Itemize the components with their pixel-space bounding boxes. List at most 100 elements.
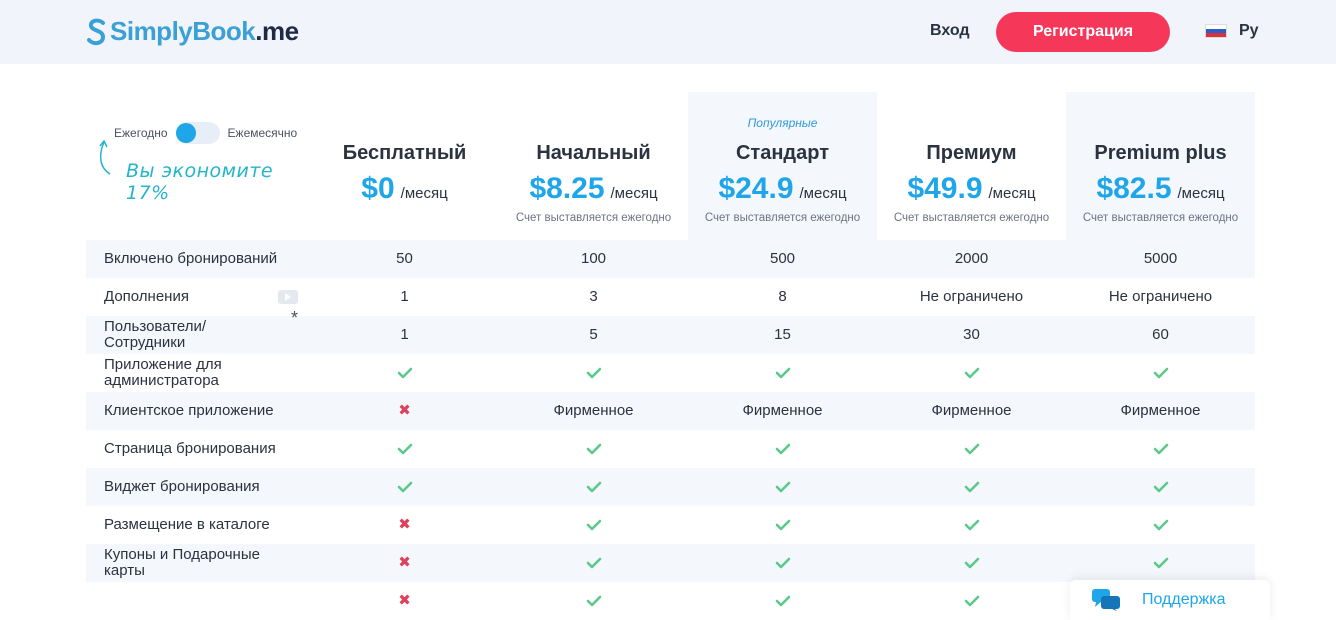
footnote-marker: * xyxy=(290,308,298,328)
logo-text-domain: .me xyxy=(255,16,299,46)
feature-value: Не ограничено xyxy=(1108,288,1213,305)
feature-label: Включено бронирований xyxy=(86,240,310,278)
plan-header: Премиум $49.9/месяц Счет выставляется еж… xyxy=(877,92,1066,240)
plan-price: $0 xyxy=(361,172,395,205)
feature-label: Страница бронирования xyxy=(86,430,310,468)
feature-label: Приложение для администратора xyxy=(86,354,310,392)
check-icon xyxy=(877,354,1066,392)
check-icon xyxy=(499,354,688,392)
feature-value: 100 xyxy=(499,240,688,278)
plan-name: Премиум xyxy=(926,142,1017,164)
feature-value: Фирменное xyxy=(499,392,688,430)
check-icon xyxy=(499,430,688,468)
video-icon[interactable] xyxy=(278,290,298,304)
plan-billing-note: Счет выставляется ежегодно xyxy=(893,212,1050,224)
table-row: Страница бронирования xyxy=(86,430,1256,468)
check-icon xyxy=(688,430,877,468)
curved-arrow-icon xyxy=(99,139,111,175)
feature-value: 50 xyxy=(310,240,499,278)
feature-value: 5000 xyxy=(1066,240,1255,278)
check-icon xyxy=(499,544,688,582)
check-icon xyxy=(1066,430,1255,468)
plan-price-unit: /месяц xyxy=(988,185,1036,202)
table-row: Приложение для администратора xyxy=(86,354,1256,392)
billing-period: Ежегодно Ежемесячно Вы экономите 17% xyxy=(86,92,310,232)
feature-label-text: Виджет бронирования xyxy=(104,478,260,495)
feature-value: 8 xyxy=(778,288,787,305)
check-icon xyxy=(499,506,688,544)
plan-name: Начальный xyxy=(536,142,651,164)
logo-s-icon xyxy=(87,18,106,45)
plan-header: Популярные Стандарт $24.9/месяц Счет выс… xyxy=(688,92,877,240)
feature-label: Пользователи/ Сотрудники * xyxy=(86,309,310,354)
check-icon xyxy=(1066,506,1255,544)
signup-button[interactable]: Регистрация xyxy=(996,12,1170,52)
feature-value: 1 xyxy=(400,288,409,305)
table-row: Пользователи/ Сотрудники * 1 5 15 30 60 xyxy=(86,309,1256,354)
table-row: Дополнения 1 3 8 Не ограничено Не ограничено xyxy=(86,278,1256,316)
feature-value: Не ограничено xyxy=(919,288,1024,305)
feature-value: 60 xyxy=(1066,316,1255,354)
table-row: Клиентское приложение ✖ Фирменное Фирменное… xyxy=(86,392,1256,430)
check-icon xyxy=(499,468,688,506)
features-table: Включено бронирований 50 100 500 2000 5000 Доп… xyxy=(86,240,1256,620)
header: SimplyBook.me Вход Регистрация Ру xyxy=(0,0,1336,64)
plan-header: Бесплатный $0/месяц xyxy=(310,92,499,240)
feature-label-text: Купоны и Подарочные карты xyxy=(104,546,260,579)
plan-billing-note: Счет выставляется ежегодно xyxy=(1082,212,1239,224)
feature-value: 500 xyxy=(688,240,877,278)
feature-label-text: Приложение для администратора xyxy=(104,356,222,389)
plan-price-unit: /месяц xyxy=(1177,185,1225,202)
feature-label xyxy=(86,582,310,620)
feature-label: Виджет бронирования xyxy=(86,468,310,506)
check-icon xyxy=(310,430,499,468)
check-icon xyxy=(310,354,499,392)
feature-value: Фирменное xyxy=(688,392,877,430)
login-link[interactable]: Вход xyxy=(930,22,970,40)
cross-icon: ✖ xyxy=(310,544,499,582)
feature-value: 1 xyxy=(310,316,499,354)
plan-name: Стандарт xyxy=(735,142,829,164)
plan-billing-note: Счет выставляется ежегодно xyxy=(704,212,861,224)
feature-value: Фирменное xyxy=(877,392,1066,430)
check-icon xyxy=(1066,544,1255,582)
billing-toggle[interactable] xyxy=(175,122,220,144)
plan-price: $24.9 xyxy=(718,172,794,205)
plan-header: Premium plus $82.5/месяц Счет выставляет… xyxy=(1066,92,1255,240)
check-icon xyxy=(499,582,688,620)
feature-label: Купоны и Подарочные карты xyxy=(86,544,310,582)
logo[interactable]: SimplyBook.me xyxy=(86,16,299,47)
toggle-knob xyxy=(175,123,196,143)
russia-flag-icon xyxy=(1205,24,1227,38)
feature-label-text: Пользователи/ Сотрудники xyxy=(104,318,207,351)
check-icon xyxy=(877,582,1066,620)
plan-price: $82.5 xyxy=(1096,172,1172,205)
feature-label-text: Размещение в каталоге xyxy=(104,516,270,533)
plan-price: $49.9 xyxy=(907,172,983,205)
plan-name: Бесплатный xyxy=(342,142,467,164)
plan-header: Начальный $8.25/месяц Счет выставляется … xyxy=(499,92,688,240)
check-icon xyxy=(688,544,877,582)
check-icon xyxy=(688,582,877,620)
check-icon xyxy=(877,430,1066,468)
billing-yearly-label[interactable]: Ежегодно xyxy=(114,126,168,140)
feature-label-text: Дополнения xyxy=(104,288,189,305)
feature-value: 2000 xyxy=(877,240,1066,278)
feature-label-text: Страница бронирования xyxy=(104,440,276,457)
check-icon xyxy=(688,468,877,506)
feature-label: Дополнения xyxy=(86,278,310,316)
check-icon xyxy=(688,354,877,392)
table-row: Виджет бронирования xyxy=(86,468,1256,506)
check-icon xyxy=(310,468,499,506)
language-selector[interactable]: Ру xyxy=(1205,22,1259,40)
plan-price: $8.25 xyxy=(529,172,605,205)
plan-price-unit: /месяц xyxy=(400,185,448,202)
feature-label: Размещение в каталоге xyxy=(86,506,310,544)
table-row: Купоны и Подарочные карты ✖ xyxy=(86,544,1256,582)
savings-note: Вы экономите 17% xyxy=(126,160,274,204)
support-widget[interactable]: Поддержка xyxy=(1070,580,1270,620)
check-icon xyxy=(877,506,1066,544)
feature-label-text: Включено бронирований xyxy=(104,250,278,267)
billing-monthly-label[interactable]: Ежемесячно xyxy=(228,126,298,140)
feature-value: 15 xyxy=(688,316,877,354)
